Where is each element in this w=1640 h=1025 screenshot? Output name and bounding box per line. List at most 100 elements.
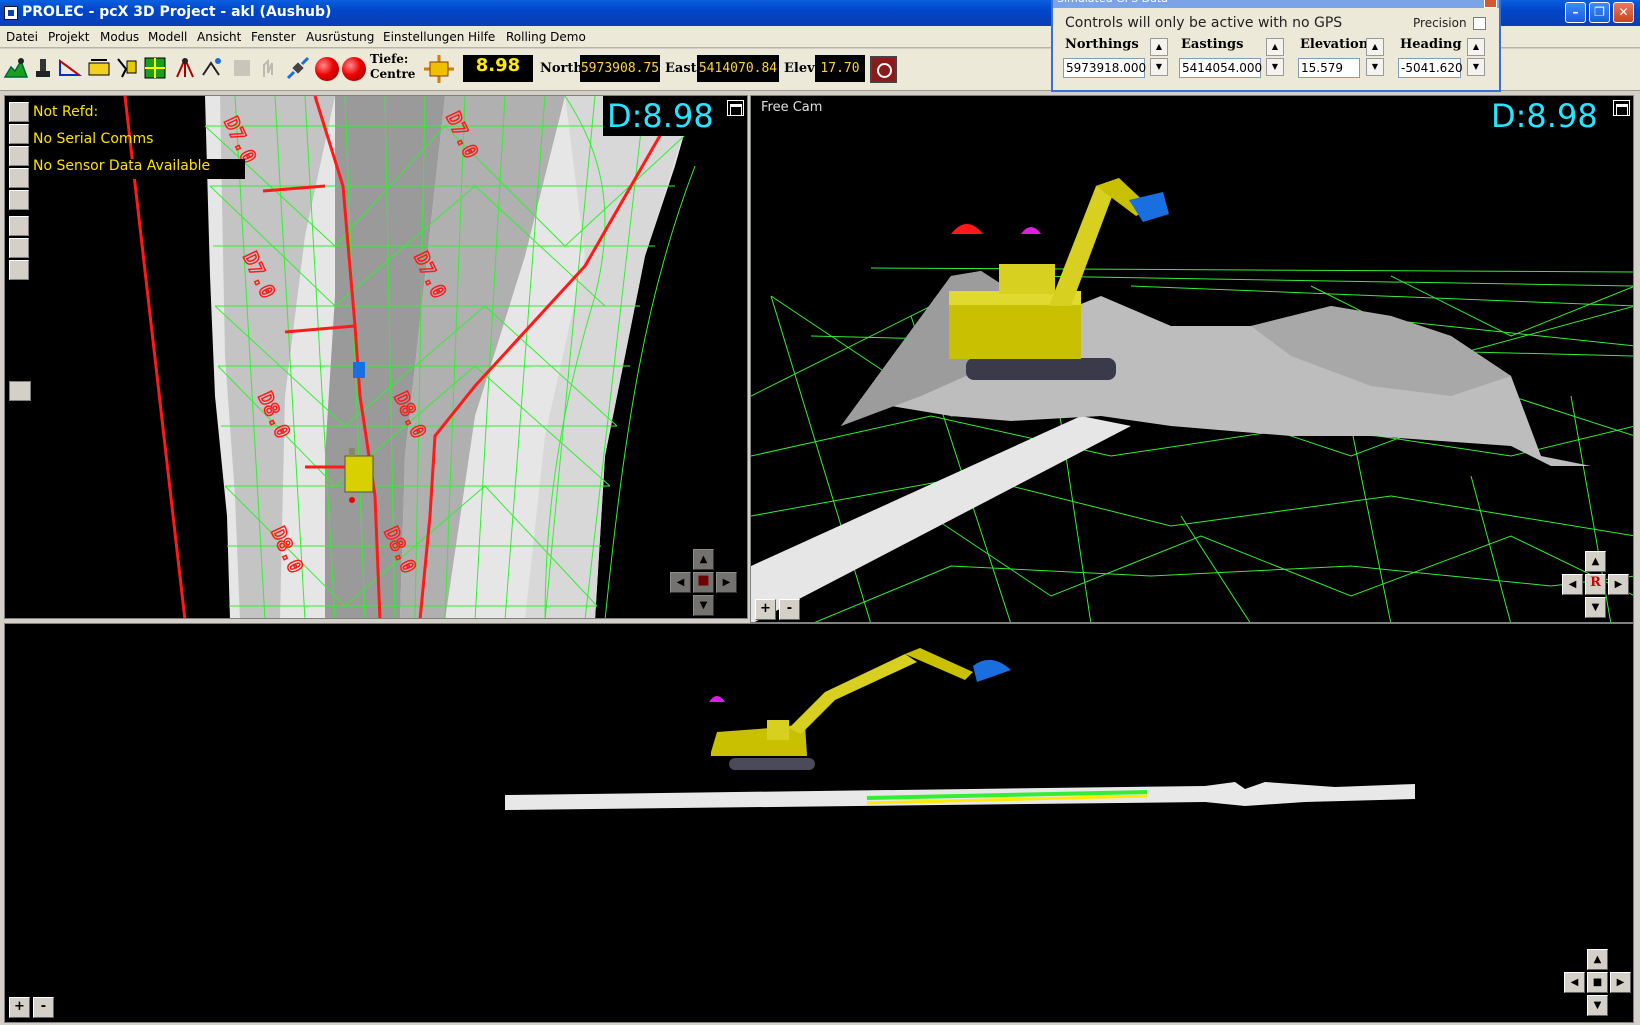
menu-rolling-demo[interactable]: Rolling Demo — [506, 30, 586, 44]
gps-note: Controls will only be active with no GPS — [1065, 15, 1343, 31]
excavator-side — [711, 648, 1011, 770]
free-cam-nav-left-icon[interactable]: ◀ — [1562, 574, 1583, 595]
menu-ausruestung[interactable]: Ausrüstung — [306, 30, 374, 44]
free-cam-nav-control: ▲ ◀ R ▶ ▼ — [1562, 551, 1630, 619]
pick-tool-icon[interactable] — [9, 168, 29, 188]
side-nav-up-icon[interactable]: ▲ — [1587, 949, 1608, 970]
survey-icon[interactable] — [3, 55, 29, 81]
northings-input[interactable]: 5973918.000 — [1063, 58, 1146, 78]
bucket-centre-icon[interactable] — [422, 53, 456, 85]
plan-viewport[interactable]: D7.0 D7.0 D7.0 D7.0 D8.0 D8.0 D8.0 D8.0 — [4, 95, 748, 619]
measure-tool-icon[interactable] — [9, 124, 29, 144]
northings-label: Northings — [1065, 37, 1139, 52]
bucket-icon[interactable] — [114, 55, 140, 81]
elevation-up-icon[interactable]: ▲ — [1366, 38, 1384, 56]
app-icon[interactable] — [4, 6, 18, 20]
free-cam-nav-right-icon[interactable]: ▶ — [1608, 574, 1629, 595]
side-nav-left-icon[interactable]: ◀ — [1564, 972, 1585, 993]
slope-icon[interactable] — [57, 55, 83, 81]
east-label: East — [665, 61, 697, 76]
disabled-hand-icon[interactable] — [256, 55, 282, 81]
northings-up-icon[interactable]: ▲ — [1150, 38, 1168, 56]
free-cam-viewport[interactable]: Free Cam D:8.98 + - ▲ ◀ R ▶ ▼ — [750, 95, 1634, 623]
side-nav-control: ▲ ◀ ■ ▶ ▼ — [1564, 949, 1632, 1017]
menu-einstellungen[interactable]: Einstellungen — [383, 30, 464, 44]
bucket-marker — [353, 362, 365, 378]
north-label: North — [540, 61, 583, 76]
status-no-sensor: No Sensor Data Available — [33, 158, 211, 174]
heading-down-icon[interactable]: ▼ — [1467, 58, 1485, 76]
red-gps-antenna — [951, 224, 983, 234]
eastings-up-icon[interactable]: ▲ — [1266, 38, 1284, 56]
precision-checkbox[interactable] — [1473, 17, 1486, 30]
menu-modus[interactable]: Modus — [100, 30, 139, 44]
elev-label: Elev — [784, 61, 815, 76]
white-road-strip — [751, 416, 1131, 622]
side-zoom-in-button[interactable]: + — [9, 997, 30, 1018]
side-zoom-out-button[interactable]: - — [33, 997, 54, 1018]
add-point-tool-icon[interactable] — [9, 190, 29, 210]
grid-icon[interactable] — [142, 55, 168, 81]
power-icon[interactable] — [870, 56, 897, 83]
menu-datei[interactable]: Datei — [6, 30, 38, 44]
grid-tool-icon[interactable] — [9, 102, 29, 122]
tripod-icon[interactable] — [172, 55, 198, 81]
menu-fenster[interactable]: Fenster — [251, 30, 296, 44]
menu-hilfe[interactable]: Hilfe — [468, 30, 495, 44]
free-cam-nav-down-icon[interactable]: ▼ — [1585, 597, 1606, 618]
status-no-serial: No Serial Comms — [33, 131, 154, 147]
close-button[interactable]: ✕ — [1613, 2, 1634, 23]
free-cam-depth-readout: D:8.98 — [1487, 96, 1602, 136]
plan-maximize-icon[interactable] — [727, 100, 744, 116]
restore-button[interactable]: ❐ — [1589, 2, 1610, 23]
free-cam-reset-button[interactable]: R — [1585, 574, 1606, 595]
east-readout: 5414070.84 — [697, 55, 779, 82]
menu-ansicht[interactable]: Ansicht — [197, 30, 241, 44]
free-cam-nav-up-icon[interactable]: ▲ — [1585, 551, 1606, 572]
plan-nav-lock-icon[interactable]: ■ — [693, 572, 714, 593]
menu-modell[interactable]: Modell — [148, 30, 187, 44]
side-viewport[interactable]: + - ▲ ◀ ■ ▶ ▼ — [4, 623, 1634, 1023]
plan-nav-left-icon[interactable]: ◀ — [670, 572, 691, 593]
minimize-button[interactable]: – — [1565, 2, 1586, 23]
magenta-gps-antenna — [1021, 227, 1041, 234]
eastings-input[interactable]: 5414054.000 — [1179, 58, 1262, 78]
free-cam-zoom-out-button[interactable]: - — [779, 599, 800, 620]
side-nav-lock-icon[interactable]: ■ — [1587, 972, 1608, 993]
excavator-mode-icon[interactable] — [30, 55, 56, 81]
elevation-down-icon[interactable]: ▼ — [1366, 58, 1384, 76]
plan-nav-down-icon[interactable]: ▼ — [693, 595, 714, 616]
northings-down-icon[interactable]: ▼ — [1150, 58, 1168, 76]
side-nav-right-icon[interactable]: ▶ — [1610, 972, 1631, 993]
elevation-label: Elevation — [1300, 37, 1369, 52]
north-readout: 5973908.75 — [580, 55, 660, 82]
heading-up-icon[interactable]: ▲ — [1467, 38, 1485, 56]
free-cam-zoom-in-button[interactable]: + — [755, 599, 776, 620]
disabled-tool-icon[interactable] — [229, 55, 255, 81]
gps-dialog-close-icon[interactable] — [1484, 0, 1497, 8]
side-scene — [505, 648, 1415, 810]
gps-icon[interactable] — [199, 55, 225, 81]
camera-icon[interactable] — [9, 381, 31, 401]
stop-icon[interactable] — [342, 57, 366, 81]
window-title: PROLEC - pcX 3D Project - akl (Aushub) — [22, 4, 332, 20]
plan-nav-right-icon[interactable]: ▶ — [716, 572, 737, 593]
gps-dialog-title: Simulated GPS Data — [1053, 0, 1499, 8]
level-icon[interactable] — [86, 55, 112, 81]
application-window: PROLEC - pcX 3D Project - akl (Aushub) –… — [0, 0, 1640, 1025]
eastings-down-icon[interactable]: ▼ — [1266, 58, 1284, 76]
surface-tool-icon[interactable] — [9, 238, 29, 258]
boundary-tool-icon[interactable] — [9, 260, 29, 280]
menu-projekt[interactable]: Projekt — [48, 30, 89, 44]
elevation-input[interactable]: 15.579 — [1298, 58, 1360, 78]
plan-nav-up-icon[interactable]: ▲ — [693, 549, 714, 570]
satellite-icon[interactable] — [285, 55, 311, 81]
person-tool-icon[interactable] — [9, 146, 29, 166]
status-not-refd: Not Refd: — [33, 104, 99, 120]
record-icon[interactable] — [315, 57, 339, 81]
free-cam-title: Free Cam — [761, 100, 823, 115]
free-cam-maximize-icon[interactable] — [1613, 100, 1630, 116]
layer-tool-icon[interactable] — [9, 216, 29, 236]
heading-input[interactable]: -5041.620 — [1398, 58, 1463, 78]
side-nav-down-icon[interactable]: ▼ — [1587, 995, 1608, 1016]
